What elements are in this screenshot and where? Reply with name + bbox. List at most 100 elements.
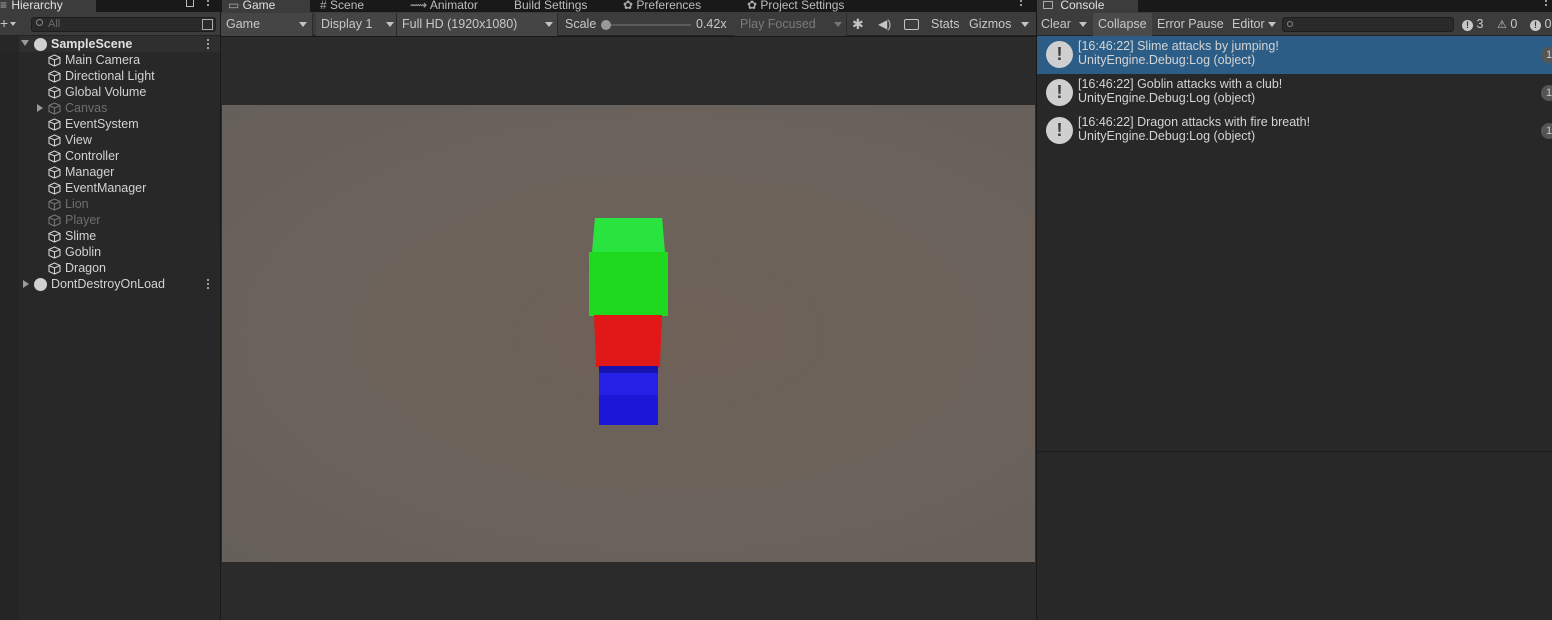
tab-hierarchy[interactable]: ≡ Hierarchy [0, 0, 96, 12]
dontdestroy-menu-icon[interactable] [207, 279, 210, 291]
dontdestroy-row[interactable]: DontDestroyOnLoad [0, 276, 220, 292]
console-message[interactable]: ! [16:46:22] Slime attacks by jumping! Uni… [1037, 36, 1552, 74]
hierarchy-item-label: Lion [65, 197, 89, 211]
hierarchy-item[interactable]: Goblin [0, 244, 220, 260]
collapse-button[interactable]: Collapse [1093, 13, 1152, 36]
play-mode-dropdown[interactable]: Play Focused [735, 13, 847, 36]
console-icon [1043, 1, 1053, 9]
tab-project-settings[interactable]: ✿ Project Settings [741, 0, 844, 12]
search-icon [36, 19, 43, 26]
gameobject-cube-icon [48, 214, 61, 227]
hierarchy-item[interactable]: EventManager [0, 180, 220, 196]
console-message-list: ! [16:46:22] Slime attacks by jumping! Uni… [1037, 36, 1552, 450]
scale-slider[interactable] [605, 24, 691, 26]
tab-build-settings[interactable]: Build Settings [508, 0, 587, 12]
hierarchy-item[interactable]: Manager [0, 164, 220, 180]
scene-search-icon[interactable] [202, 19, 213, 30]
hierarchy-item[interactable]: Main Camera [0, 52, 220, 68]
hierarchy-item-label: Slime [65, 229, 97, 243]
gizmos-dropdown[interactable] [1016, 13, 1034, 36]
hierarchy-item[interactable]: Controller [0, 148, 220, 164]
hierarchy-item[interactable]: Player [0, 212, 220, 228]
foldout-icon[interactable] [37, 104, 43, 112]
error-pause-button[interactable]: Error Pause [1157, 13, 1224, 36]
editor-dropdown[interactable]: Editor [1228, 13, 1278, 36]
hierarchy-item[interactable]: Canvas [0, 100, 220, 116]
clear-button[interactable]: Clear [1041, 13, 1071, 36]
display-dropdown[interactable]: Display 1 [316, 13, 397, 36]
hierarchy-item-label: Directional Light [65, 69, 155, 83]
tab-preferences[interactable]: ✿ Preferences [617, 0, 701, 12]
gameobject-cube-icon [48, 54, 61, 67]
hierarchy-item-label: EventSystem [65, 117, 139, 131]
scene-menu-icon[interactable] [207, 39, 210, 51]
tab-game[interactable]: ▭ Game [222, 0, 310, 12]
hierarchy-item[interactable]: EventSystem [0, 116, 220, 132]
hierarchy-item[interactable]: Dragon [0, 260, 220, 276]
keyboard-icon[interactable] [904, 19, 919, 30]
hierarchy-item[interactable]: Lion [0, 196, 220, 212]
red-cube [594, 315, 662, 367]
grid-icon: # [320, 0, 331, 12]
hierarchy-item[interactable]: Global Volume [0, 84, 220, 100]
search-input[interactable]: All [31, 17, 216, 32]
scale-slider-handle[interactable] [601, 20, 611, 30]
gameobject-cube-icon [48, 86, 61, 99]
center-menu-icon[interactable] [1020, 0, 1023, 12]
gizmos-button[interactable]: Gizmos [969, 13, 1011, 36]
tab-animator[interactable]: ⟿ Animator [404, 0, 478, 12]
console-menu-icon[interactable] [1545, 0, 1548, 12]
hierarchy-item-label: Main Camera [65, 53, 141, 67]
gameobject-cube-icon [48, 70, 61, 83]
hierarchy-item-label: Player [65, 213, 101, 227]
stats-button[interactable]: Stats [931, 13, 960, 36]
message-text: [16:46:22] Goblin attacks with a club! [1078, 77, 1283, 91]
message-text: [16:46:22] Slime attacks by jumping! [1078, 39, 1279, 53]
add-menu-icon[interactable]: + [0, 15, 20, 33]
hierarchy-item[interactable]: View [0, 132, 220, 148]
gameobject-cube-icon [48, 262, 61, 275]
info-filter-toggle[interactable]: ! 3 [1462, 13, 1483, 36]
search-icon [1287, 21, 1293, 27]
gameobject-cube-icon [48, 150, 61, 163]
chevron-down-icon [299, 22, 307, 27]
warning-filter-toggle[interactable]: ⚠ 0 [1497, 13, 1517, 36]
hierarchy-item-label: Controller [65, 149, 120, 163]
console-detail-area [1037, 452, 1552, 620]
foldout-icon[interactable] [23, 280, 29, 288]
gameobject-cube-icon [48, 102, 61, 115]
hierarchy-item[interactable]: Directional Light [0, 68, 220, 84]
error-filter-toggle[interactable]: ! 0 [1530, 13, 1552, 36]
gear-icon: ✿ [747, 0, 761, 12]
message-stacktrace: UnityEngine.Debug:Log (object) [1078, 129, 1256, 143]
message-stacktrace: UnityEngine.Debug:Log (object) [1078, 53, 1256, 67]
scale-label: Scale [565, 17, 597, 31]
hierarchy-item-label: Global Volume [65, 85, 147, 99]
tab-console[interactable]: Console [1037, 0, 1138, 12]
chevron-down-icon [1079, 22, 1087, 27]
hierarchy-item[interactable]: Slime [0, 228, 220, 244]
gear-icon: ✿ [623, 0, 637, 12]
chevron-down-icon [1268, 22, 1276, 27]
lock-icon[interactable] [186, 0, 194, 7]
foldout-icon[interactable] [21, 40, 29, 46]
console-search-input[interactable] [1282, 17, 1454, 32]
error-icon: ! [1530, 20, 1541, 31]
game-view[interactable] [222, 105, 1035, 562]
audio-icon[interactable]: ◀) [878, 13, 891, 36]
blue-cube [599, 366, 658, 425]
resolution-dropdown[interactable]: Full HD (1920x1080) [397, 13, 558, 36]
clear-dropdown[interactable] [1075, 13, 1091, 36]
hierarchy-gutter [0, 36, 19, 620]
message-count-badge: 1 [1541, 85, 1552, 101]
view-mode-dropdown[interactable]: Game [221, 13, 313, 36]
console-message[interactable]: ! [16:46:22] Goblin attacks with a club! U… [1037, 74, 1552, 112]
unity-scene-icon [34, 38, 47, 51]
info-icon: ! [1462, 20, 1473, 31]
bug-icon[interactable]: ✱ [852, 13, 864, 36]
scale-value: 0.42x [696, 17, 727, 31]
hierarchy-menu-icon[interactable] [207, 0, 210, 12]
scene-row[interactable]: SampleScene [0, 36, 220, 52]
console-message[interactable]: ! [16:46:22] Dragon attacks with fire bre… [1037, 112, 1552, 150]
tab-scene[interactable]: # Scene [314, 0, 364, 12]
